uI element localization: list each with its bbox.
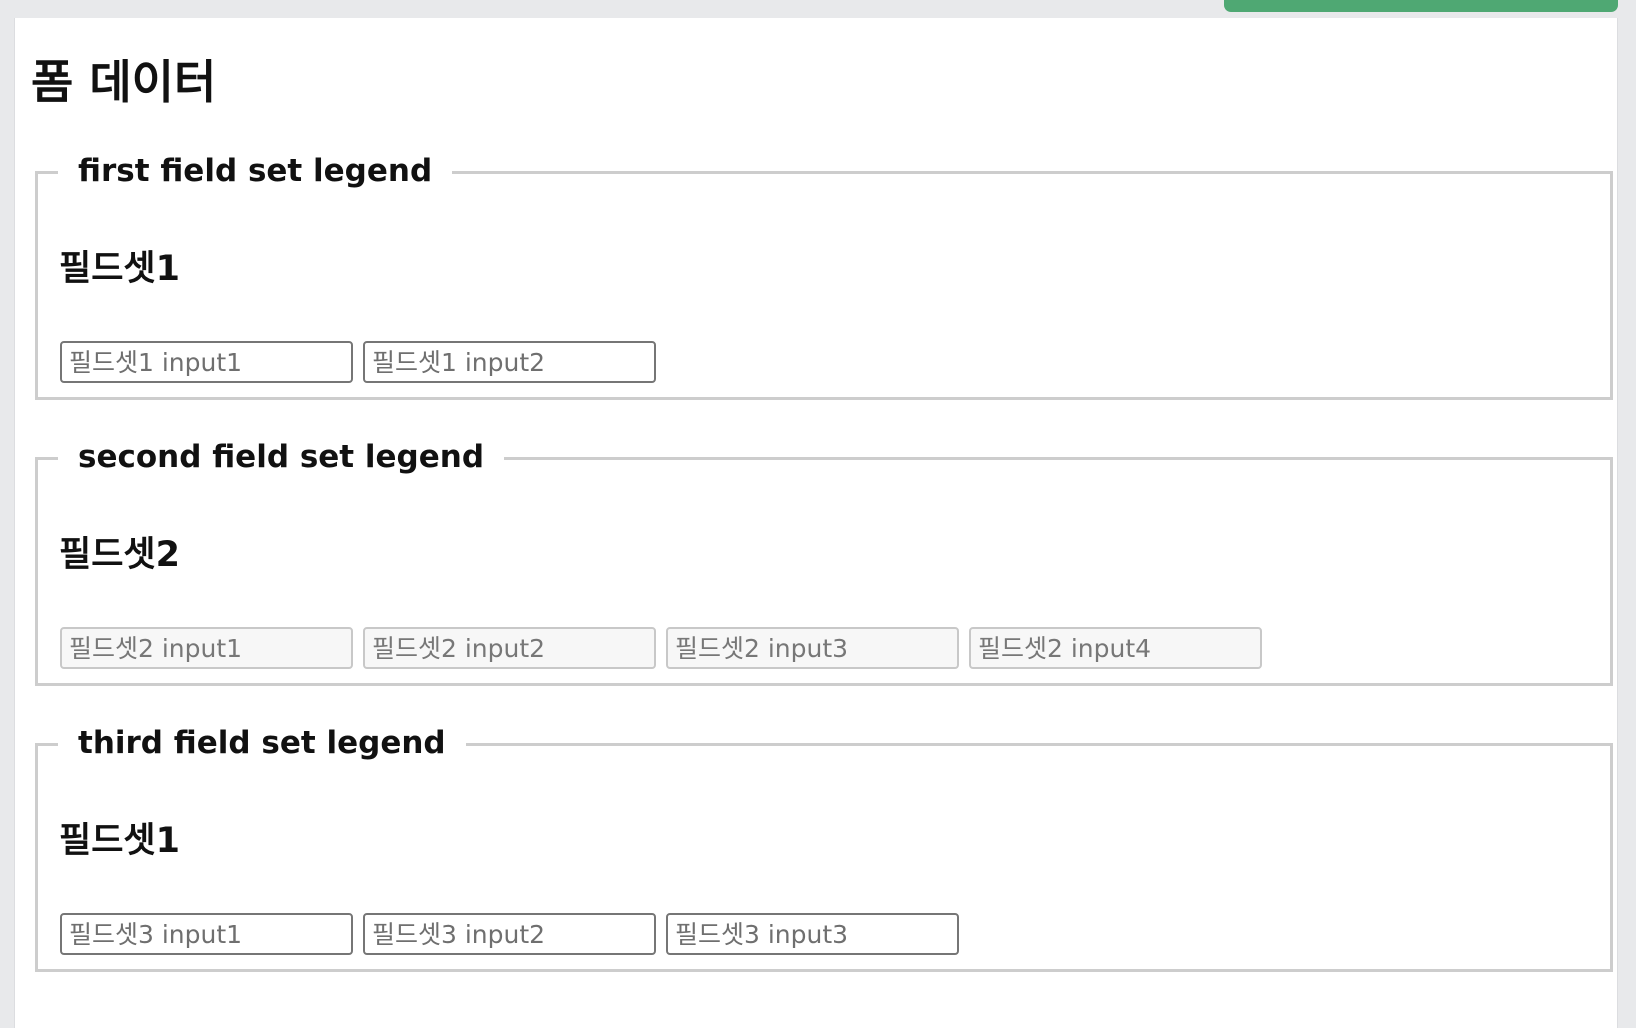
fieldset-second: second field set legend 필드셋2 (35, 438, 1613, 686)
fieldset2-input3 (666, 627, 959, 669)
fieldset3-input3[interactable] (666, 913, 959, 955)
form-panel: 폼 데이터 first field set legend 필드셋1 second… (14, 18, 1618, 1028)
fieldset2-input2 (363, 627, 656, 669)
fieldset-legend: second field set legend (58, 438, 505, 476)
fieldset-legend: first field set legend (58, 152, 453, 190)
top-accent-bar (1224, 0, 1618, 12)
fieldset1-input2[interactable] (363, 341, 656, 383)
fieldset-heading: 필드셋1 (59, 821, 180, 861)
fieldset-third: third field set legend 필드셋1 (35, 724, 1613, 972)
input-row (60, 913, 959, 955)
input-row (60, 627, 1262, 669)
fieldset-heading: 필드셋2 (59, 535, 180, 575)
fieldset-first: first field set legend 필드셋1 (35, 152, 1613, 400)
fieldset2-input4 (969, 627, 1262, 669)
fieldset-heading: 필드셋1 (59, 249, 180, 289)
fieldset2-input1 (60, 627, 353, 669)
fieldset1-input1[interactable] (60, 341, 353, 383)
input-row (60, 341, 656, 383)
page-title: 폼 데이터 (31, 55, 217, 109)
fieldset-legend: third field set legend (58, 724, 466, 762)
fieldset3-input1[interactable] (60, 913, 353, 955)
fieldset3-input2[interactable] (363, 913, 656, 955)
